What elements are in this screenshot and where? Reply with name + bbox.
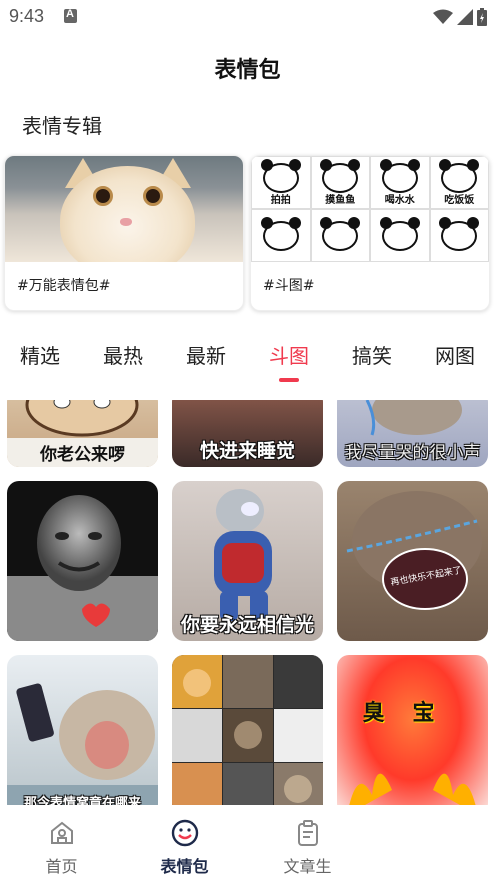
panda-panel xyxy=(310,209,370,262)
nav-emoticons[interactable]: 表情包 xyxy=(123,805,246,880)
panda-panel xyxy=(251,209,311,262)
nav-home[interactable]: 首页 xyxy=(0,805,123,880)
meme-tile[interactable]: 我尽量哭的很小声 xyxy=(337,400,488,467)
meme-tile[interactable]: 你要永远相信光 xyxy=(172,481,323,641)
meme-tile[interactable] xyxy=(172,655,323,805)
notification-a-icon xyxy=(64,8,77,23)
battery-icon xyxy=(477,8,487,26)
panda-panel xyxy=(429,209,489,262)
tab-funny[interactable]: 搞笑 xyxy=(352,338,392,382)
category-tabs: 精选 最热 最新 斗图 搞笑 网图 xyxy=(0,338,495,382)
panda-panel: 摸鱼鱼 xyxy=(310,156,370,209)
signal-icon xyxy=(457,9,473,25)
tab-doutu[interactable]: 斗图 xyxy=(269,338,309,382)
tab-featured[interactable]: 精选 xyxy=(20,338,60,382)
page-title: 表情包 xyxy=(214,58,281,83)
album-card-doutu[interactable]: 拍拍 摸鱼鱼 喝水水 吃饭饭 #斗图# xyxy=(250,155,490,311)
panda-panel: 拍拍 xyxy=(251,156,311,209)
cat-collage-icon xyxy=(172,655,323,805)
meme-tile[interactable]: 再也快乐不起来了 xyxy=(337,481,488,641)
smile-icon xyxy=(171,819,198,847)
flame-icon xyxy=(349,773,476,805)
clipboard-icon xyxy=(297,820,318,846)
meme-tile[interactable] xyxy=(7,481,158,641)
panda-panel: 吃饭饭 xyxy=(429,156,489,209)
meme-tile[interactable]: 你老公来啰 xyxy=(7,400,158,467)
album-cover-panda: 拍拍 摸鱼鱼 喝水水 吃饭饭 xyxy=(251,156,489,262)
tab-active-indicator xyxy=(279,378,299,382)
album-cover-cat xyxy=(5,156,243,262)
nav-article-generator[interactable]: 文章生 xyxy=(246,805,369,880)
albums-row: #万能表情包# 拍拍 摸鱼鱼 喝水水 吃饭饭 #斗图# xyxy=(4,155,495,311)
cat-eye xyxy=(143,186,163,206)
home-icon xyxy=(50,821,73,844)
meme-tile[interactable]: 快进来睡觉 xyxy=(172,400,323,467)
album-caption: #斗图# xyxy=(263,278,315,294)
tab-hottest[interactable]: 最热 xyxy=(103,338,143,382)
wifi-icon xyxy=(433,9,453,24)
status-icons xyxy=(433,8,487,26)
tab-newest[interactable]: 最新 xyxy=(186,338,226,382)
panda-panel xyxy=(370,209,430,262)
meme-tile[interactable]: 臭宝 xyxy=(337,655,488,805)
blurry-face-icon xyxy=(7,495,158,641)
meme-grid: 你老公来啰 快进来睡觉 我尽量哭的很小声 你要永远相信光 再也快乐不起来了 那今… xyxy=(0,400,495,805)
status-time: 9:43 xyxy=(9,6,45,26)
panda-panel: 喝水水 xyxy=(370,156,430,209)
albums-section-title: 表情专辑 xyxy=(22,114,102,138)
meme-tile[interactable]: 那今表情窝竟在哪来 xyxy=(7,655,158,805)
cat-nose xyxy=(120,218,132,226)
album-caption: #万能表情包# xyxy=(17,278,111,294)
title-bar: 表情包 xyxy=(0,48,495,94)
status-bar: 9:43 xyxy=(0,0,495,34)
cat-eye xyxy=(93,186,113,206)
monkey-phone-icon xyxy=(7,683,158,805)
tab-web-images[interactable]: 网图 xyxy=(435,338,475,382)
album-card-universal[interactable]: #万能表情包# xyxy=(4,155,244,311)
bottom-nav: 首页 表情包 文章生 xyxy=(0,805,495,880)
